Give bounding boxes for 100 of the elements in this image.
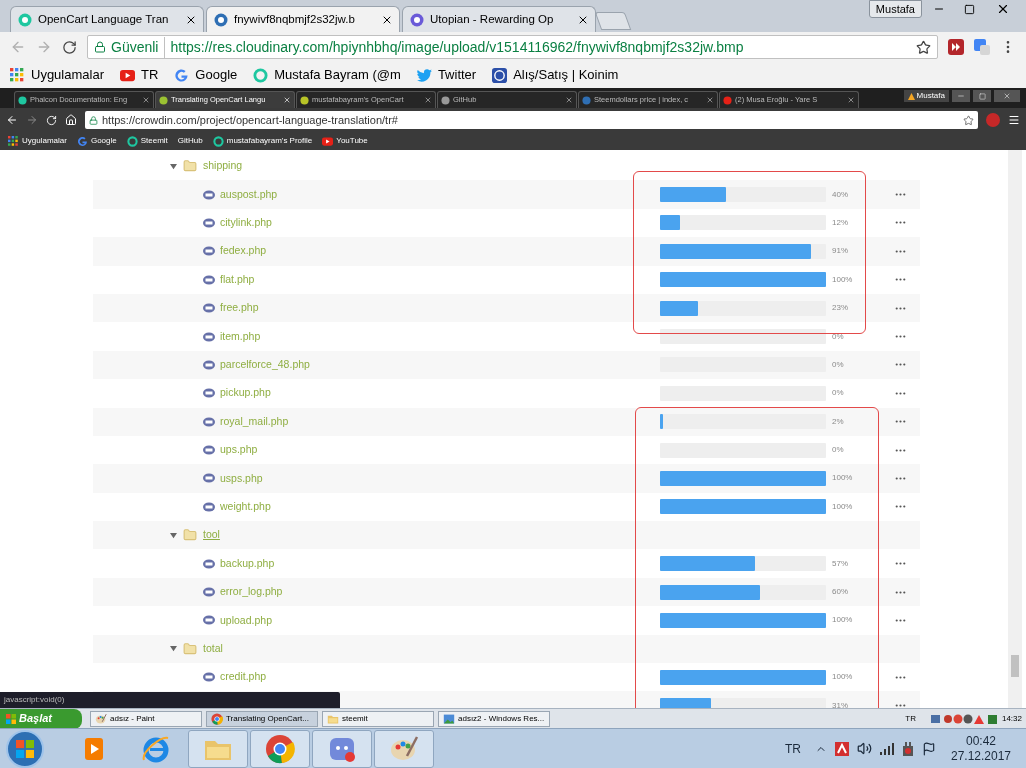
percent-text: 100%	[831, 273, 854, 286]
percent-text: 100%	[831, 614, 854, 627]
browser-tab[interactable]: fnywivf8nqbmjf2s32jw.b	[206, 6, 400, 32]
secure-label: Güvenli	[111, 36, 166, 58]
php-file-icon	[203, 473, 215, 484]
menu-icon[interactable]	[1008, 114, 1020, 126]
php-file-icon	[203, 501, 215, 512]
taskbar-button[interactable]: adsız2 - Windows Res...	[438, 710, 550, 727]
folder-icon	[183, 528, 197, 543]
star-icon[interactable]	[916, 39, 931, 55]
php-file-icon	[203, 672, 215, 683]
language-indicator[interactable]: TR	[785, 739, 801, 758]
php-file-icon	[203, 331, 215, 342]
php-file-icon	[203, 445, 215, 456]
bookmark-link[interactable]: Uygulamalar	[8, 135, 67, 147]
url-text: https://res.cloudinary.com/hpiynhbhq/image/upload/v1514116962/fnywivf8nqbmjf2s32jw.bmp	[170, 37, 745, 57]
palette-icon	[95, 712, 107, 725]
expand-arrow-icon[interactable]	[170, 645, 177, 653]
bookmark-link[interactable]: Steemit	[126, 135, 168, 147]
bookmark-link[interactable]: TR	[120, 65, 159, 85]
tab-favicon-icon	[582, 95, 591, 105]
taskbar-app-button[interactable]	[374, 729, 434, 768]
bird-icon	[416, 67, 432, 83]
percent-text: 100%	[831, 472, 854, 485]
translate-icon[interactable]	[974, 39, 990, 55]
windows-logo-icon	[16, 739, 34, 758]
browser-tab[interactable]: OpenCart Language Tran	[10, 6, 204, 32]
percent-text: 0%	[831, 358, 845, 371]
php-file-icon	[203, 558, 215, 569]
php-file-icon	[203, 416, 215, 427]
power-plug-icon[interactable]	[902, 741, 914, 756]
tab-favicon-icon	[409, 11, 425, 28]
photo-icon	[443, 712, 455, 725]
percent-text: 91%	[831, 245, 849, 258]
bookmark-link[interactable]: Google	[76, 135, 117, 147]
percent-text: 0%	[831, 444, 845, 457]
reload-icon[interactable]	[62, 39, 77, 55]
ring-logo-icon	[126, 135, 138, 147]
taskbar-app-button[interactable]	[188, 729, 248, 768]
bookmark-link[interactable]: mustafabayram's Profile	[212, 135, 313, 147]
start-button[interactable]: Başlat	[0, 708, 82, 729]
taskbar-button[interactable]: steemit	[322, 710, 434, 727]
google-g-icon	[76, 135, 88, 147]
apps-grid-icon	[10, 67, 25, 83]
tab-title: OpenCart Language Tran	[38, 11, 170, 27]
expand-arrow-icon[interactable]	[170, 531, 177, 539]
close-icon	[1003, 92, 1011, 100]
forward-icon[interactable]	[36, 39, 52, 55]
address-bar[interactable]: Güvenli https://res.cloudinary.com/hpiynhbhq/image/upload/v1514116962/fnywivf8nqbmjf2s32jw.bmp	[87, 35, 938, 59]
status-bubble: javascript:void(0)	[0, 692, 340, 708]
tab-favicon-icon	[723, 95, 732, 105]
flag-icon[interactable]	[922, 741, 936, 756]
bookmark-link[interactable]: Uygulamalar	[10, 65, 104, 85]
taskbar-button[interactable]: Translating OpenCart...	[206, 710, 318, 727]
tab-favicon-icon	[17, 11, 33, 28]
forward-icon[interactable]	[26, 114, 38, 126]
tab-favicon-icon	[159, 95, 168, 105]
play-icon	[322, 135, 334, 147]
php-file-icon	[203, 217, 215, 228]
taskbar-app-button[interactable]	[250, 729, 310, 768]
google-g-icon	[174, 67, 190, 83]
bookmark-link[interactable]: Google	[174, 65, 238, 85]
start-button[interactable]	[6, 729, 44, 768]
bookmark-link[interactable]: Twitter	[416, 65, 477, 85]
address-bar[interactable]: https://crowdin.com/project/opencart-language-translation/tr#	[85, 111, 978, 129]
antivirus-icon[interactable]	[835, 741, 849, 756]
extension-icon[interactable]	[948, 39, 964, 55]
clock[interactable]: 00:42 27.12.2017	[936, 733, 1026, 764]
bookmark-link[interactable]: Mustafa Bayram (@m	[253, 65, 401, 85]
url-text: https://crowdin.com/project/opencart-language-translation/tr#	[102, 112, 399, 128]
play-icon	[120, 67, 135, 83]
minimize-button[interactable]	[952, 90, 970, 102]
star-icon[interactable]	[963, 114, 974, 126]
chrome-logo-icon	[265, 733, 295, 764]
bookmark-link[interactable]: YouTube	[322, 135, 368, 147]
taskbar-button[interactable]: adsız - Paint	[90, 710, 202, 727]
language-indicator[interactable]: TR	[905, 712, 916, 725]
browser-tab[interactable]: Utopian - Rewarding Op	[402, 6, 596, 32]
php-file-icon	[203, 189, 215, 200]
lock-icon	[89, 115, 98, 125]
volume-icon[interactable]	[857, 741, 872, 756]
scrollbar[interactable]	[1008, 150, 1022, 708]
expand-arrow-icon[interactable]	[170, 162, 177, 170]
profile-button[interactable]: Mustafa	[903, 90, 949, 102]
home-icon[interactable]	[65, 114, 77, 126]
bookmark-link[interactable]: Alış/Satış | Koinim	[492, 65, 619, 85]
php-file-icon	[203, 246, 215, 257]
profile-button[interactable]: Mustafa	[868, 0, 922, 18]
clock-text: 14:32	[1001, 712, 1022, 725]
new-tab-button[interactable]	[594, 12, 632, 30]
php-file-icon	[203, 587, 215, 598]
tab-favicon-icon	[213, 11, 229, 28]
back-icon[interactable]	[6, 114, 18, 126]
taskbar-app-button[interactable]	[312, 729, 372, 768]
bookmark-link[interactable]: GitHub	[177, 135, 203, 147]
tab-favicon-icon	[441, 95, 450, 105]
percent-text: 57%	[831, 557, 849, 570]
percent-text: 2%	[831, 415, 845, 428]
maximize-icon	[978, 92, 986, 100]
signal-bars-icon[interactable]	[880, 742, 894, 755]
